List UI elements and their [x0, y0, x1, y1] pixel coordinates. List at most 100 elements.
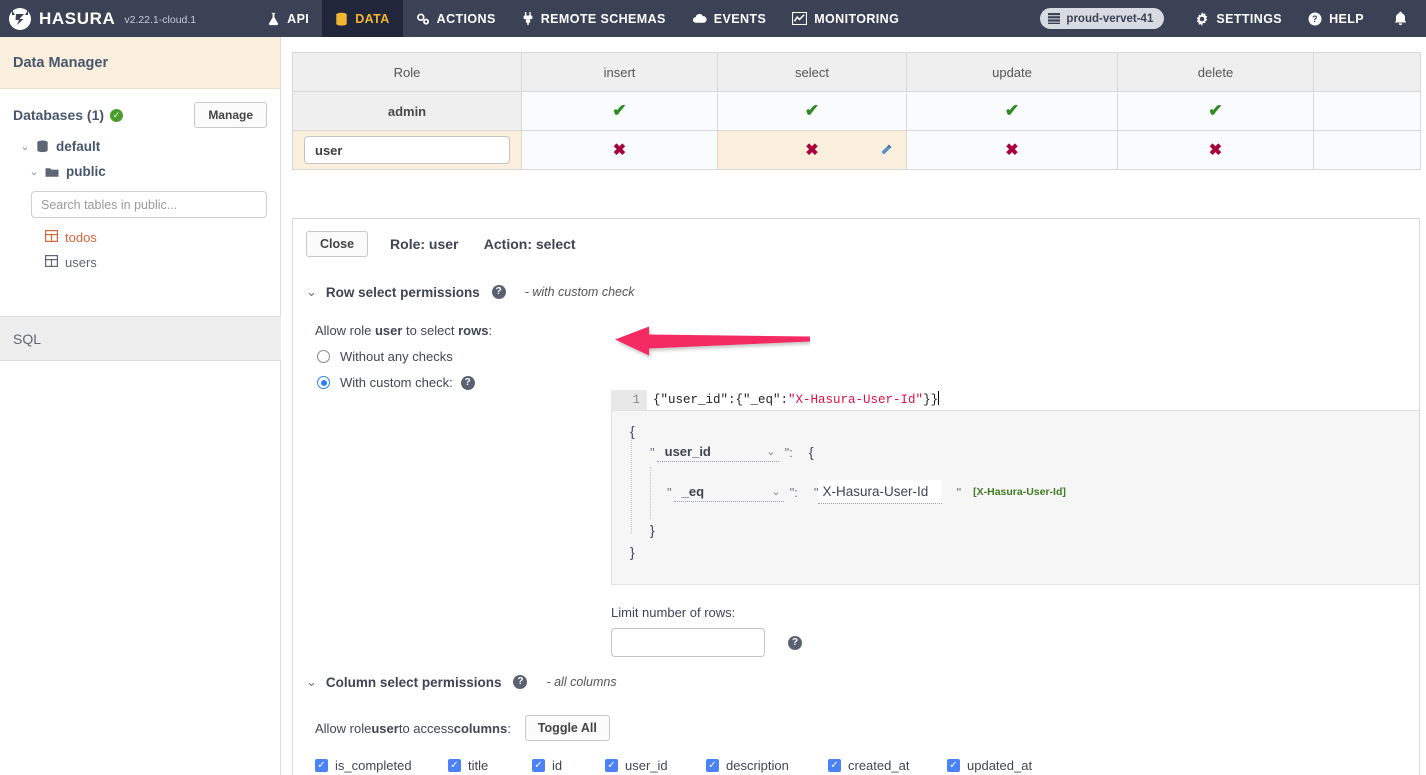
close-button[interactable]: Close: [306, 231, 368, 257]
project-stack-icon: [1048, 13, 1060, 24]
manage-databases-button[interactable]: Manage: [194, 102, 267, 128]
database-small-icon: [36, 140, 49, 153]
nav-label-settings: SETTINGS: [1216, 12, 1282, 26]
limit-rows-group: Limit number of rows: ?: [611, 605, 802, 657]
allow-prefix: Allow role: [315, 323, 375, 338]
allow-role: user: [375, 323, 402, 338]
perm-cell-admin-delete[interactable]: ✔: [1118, 92, 1314, 131]
nav-item-monitoring[interactable]: MONITORING: [779, 0, 912, 37]
limit-rows-input[interactable]: [611, 628, 765, 657]
editor-action-label: Action: select: [484, 236, 576, 252]
gears-icon: [416, 12, 430, 26]
edit-pencil-icon[interactable]: [880, 144, 892, 156]
toggle-all-columns-button[interactable]: Toggle All: [525, 715, 610, 741]
nav-label-data: DATA: [355, 12, 389, 26]
builder-column-select[interactable]: user_id ⌄: [657, 443, 779, 462]
nav-item-api[interactable]: API: [254, 0, 322, 37]
builder-inner-close-brace: }: [650, 522, 655, 538]
help-tooltip-icon[interactable]: ?: [461, 376, 475, 390]
col-header-insert: insert: [522, 53, 718, 92]
column-checkbox-user_id[interactable]: ✓ user_id: [605, 758, 706, 773]
schema-name: public: [66, 164, 106, 179]
notifications-bell-icon[interactable]: [1393, 11, 1408, 27]
sidebar-table-todos[interactable]: todos: [0, 225, 280, 250]
builder-colon: ":: [785, 445, 793, 460]
nav-label-remote-schemas: REMOTE SCHEMAS: [541, 12, 666, 26]
allow-cols-suffix: :: [507, 721, 511, 736]
nav-items: API DATA: [254, 0, 912, 37]
sidebar-item-sql[interactable]: SQL: [0, 317, 281, 361]
checkbox-checked-icon: ✓: [605, 759, 618, 772]
nav-label-monitoring: MONITORING: [814, 12, 899, 26]
table-grid-icon: [45, 230, 58, 245]
nav-item-events[interactable]: EVENTS: [679, 0, 779, 37]
sidebar-table-users[interactable]: users: [0, 250, 280, 275]
perm-cell-admin-select[interactable]: ✔: [718, 92, 907, 131]
column-checkbox-created_at[interactable]: ✓ created_at: [828, 758, 947, 773]
nav-item-help[interactable]: ? HELP: [1295, 0, 1377, 37]
radio-with-custom-check[interactable]: With custom check: ?: [317, 375, 1419, 390]
perm-cell-admin-insert[interactable]: ✔: [522, 92, 718, 131]
col-header-update: update: [907, 53, 1118, 92]
allow-suffix: :: [488, 323, 492, 338]
table-row: ✖ ✖ ✖ ✖: [293, 131, 1421, 170]
column-checkbox-id[interactable]: ✓ id: [532, 758, 605, 773]
table-name-todos: todos: [65, 230, 97, 245]
limit-rows-label: Limit number of rows:: [611, 605, 802, 620]
help-tooltip-icon[interactable]: ?: [513, 675, 527, 689]
help-tooltip-icon[interactable]: ?: [492, 285, 506, 299]
permissions-header-row: Role insert select update delete: [293, 53, 1421, 92]
cloud-icon: [692, 13, 707, 25]
column-checkbox-title[interactable]: ✓ title: [448, 758, 532, 773]
builder-quote: ": [956, 485, 961, 500]
code-token-string: "X-Hasura-User-Id": [788, 393, 923, 407]
brand-name: HASURA: [39, 9, 115, 29]
builder-operator-select[interactable]: _eq ⌄: [674, 483, 784, 502]
perm-cell-admin-update[interactable]: ✔: [907, 92, 1118, 131]
plug-icon: [522, 12, 534, 26]
code-token-prefix: {"user_id":{"_eq":: [653, 393, 788, 407]
builder-inner-open-brace: {: [809, 444, 814, 460]
main-content: Role insert select update delete admin ✔…: [281, 37, 1426, 775]
search-tables-input[interactable]: [31, 191, 267, 218]
column-checkbox-is_completed[interactable]: ✓ is_completed: [315, 758, 448, 773]
row-select-permissions-header[interactable]: ⌄ Row select permissions ? - with custom…: [306, 284, 1419, 300]
chevron-down-icon: ⌄: [27, 165, 41, 178]
builder-quote: ": [667, 485, 672, 500]
nav-item-settings[interactable]: SETTINGS: [1182, 0, 1295, 37]
brand-logo[interactable]: HASURA v2.22.1-cloud.1: [8, 7, 196, 31]
tree-item-database-default[interactable]: ⌄ default: [0, 134, 280, 159]
column-checkbox-updated_at[interactable]: ✓ updated_at: [947, 758, 1032, 773]
project-selector[interactable]: proud-vervet-41: [1040, 8, 1164, 29]
nav-item-data[interactable]: DATA: [322, 0, 402, 37]
builder-open-brace-row: {: [612, 411, 1420, 437]
table-grid-icon: [45, 255, 58, 270]
nav-item-actions[interactable]: ACTIONS: [403, 0, 509, 37]
column-checkbox-description[interactable]: ✓ description: [706, 758, 828, 773]
cross-icon: ✖: [1209, 142, 1222, 159]
database-status-ok-icon: ✓: [110, 109, 123, 122]
help-tooltip-icon[interactable]: ?: [788, 636, 802, 650]
perm-cell-user-select[interactable]: ✖: [718, 131, 907, 170]
table-row: admin ✔ ✔ ✔ ✔: [293, 92, 1421, 131]
row-select-permissions-note: - with custom check: [525, 285, 635, 299]
perm-cell-user-delete[interactable]: ✖: [1118, 131, 1314, 170]
col-header-blank: [1314, 53, 1421, 92]
nav-item-remote-schemas[interactable]: REMOTE SCHEMAS: [509, 0, 679, 37]
permission-editor-panel: Close Role: user Action: select ⌄ Row se…: [292, 218, 1420, 775]
builder-inner-close-row: }: [632, 519, 1420, 541]
perm-cell-user-update[interactable]: ✖: [907, 131, 1118, 170]
code-line-content[interactable]: {"user_id":{"_eq":"X-Hasura-User-Id"}}: [647, 390, 1420, 410]
cross-icon: ✖: [805, 142, 818, 159]
custom-check-code-editor[interactable]: 1 {"user_id":{"_eq":"X-Hasura-User-Id"}}: [611, 390, 1420, 410]
tree-item-schema-public[interactable]: ⌄ public: [0, 159, 280, 184]
radio-without-any-checks[interactable]: Without any checks: [317, 349, 1419, 364]
nav-label-api: API: [287, 12, 309, 26]
builder-value-input[interactable]: [818, 480, 942, 504]
column-select-permissions-header[interactable]: ⌄ Column select permissions ? - all colu…: [306, 674, 1419, 690]
column-select-permissions-note: - all columns: [546, 675, 616, 689]
perm-cell-user-insert[interactable]: ✖: [522, 131, 718, 170]
column-checkbox-list: ✓ is_completed ✓ title ✓ id ✓ user_id ✓: [315, 758, 1419, 773]
radio-label-with-custom-check: With custom check:: [340, 375, 453, 390]
role-name-input[interactable]: [304, 136, 510, 164]
